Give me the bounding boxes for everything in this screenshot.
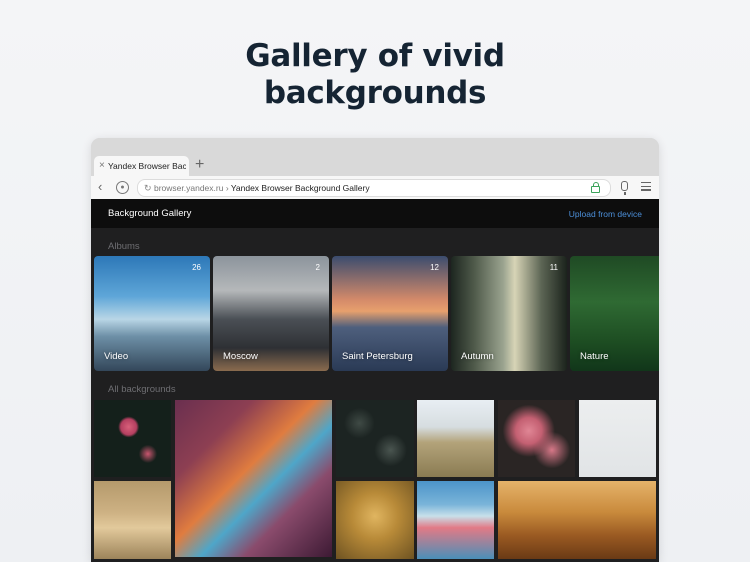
tab-close-icon[interactable]: × xyxy=(99,160,105,171)
address-text: browser.yandex.ru › Yandex Browser Backg… xyxy=(154,180,370,196)
back-icon[interactable]: ‹ xyxy=(98,180,102,194)
browser-toolbar: ‹ ● ↻ browser.yandex.ru › Yandex Browser… xyxy=(91,176,659,200)
background-thumbnail[interactable] xyxy=(498,400,575,477)
address-separator: › xyxy=(223,183,231,193)
browser-tab[interactable]: × Yandex Browser Background Gallery xyxy=(94,156,189,176)
albums-heading: Albums xyxy=(108,241,140,252)
album-label: Nature xyxy=(580,351,609,362)
album-count: 12 xyxy=(430,263,439,272)
background-thumbnail[interactable] xyxy=(498,481,656,559)
album-label: Moscow xyxy=(223,351,258,362)
album-nature[interactable]: Nature xyxy=(570,256,659,371)
background-thumbnail[interactable] xyxy=(175,400,332,557)
microphone-icon[interactable] xyxy=(621,181,628,195)
background-thumbnail[interactable] xyxy=(336,400,414,477)
album-label: Autumn xyxy=(461,351,494,362)
protect-icon[interactable]: ● xyxy=(116,181,129,194)
tab-title: Yandex Browser Background Gallery xyxy=(108,161,186,171)
headline: Gallery of vivid backgrounds xyxy=(0,38,750,112)
address-page-title: Yandex Browser Background Gallery xyxy=(230,183,370,193)
album-label: Video xyxy=(104,351,129,362)
background-thumbnail[interactable] xyxy=(94,400,171,477)
upload-from-device-link[interactable]: Upload from device xyxy=(569,209,642,219)
album-count: 2 xyxy=(315,263,320,272)
album-moscow[interactable]: 2 Moscow xyxy=(213,256,329,371)
album-saint-petersburg[interactable]: 12 Saint Petersburg xyxy=(332,256,448,371)
browser-window: × Yandex Browser Background Gallery + ‹ … xyxy=(91,138,659,562)
album-label: Saint Petersburg xyxy=(342,351,413,362)
background-thumbnail[interactable] xyxy=(336,481,414,559)
background-thumbnail[interactable] xyxy=(94,481,171,559)
background-thumbnail[interactable] xyxy=(417,481,494,559)
address-bar[interactable]: ↻ browser.yandex.ru › Yandex Browser Bac… xyxy=(137,179,611,197)
tab-strip: × Yandex Browser Background Gallery + xyxy=(91,138,659,176)
gallery-title: Background Gallery xyxy=(108,208,192,219)
lock-icon xyxy=(591,182,600,193)
album-count: 11 xyxy=(549,263,558,272)
headline-line-1: Gallery of vivid xyxy=(245,38,505,74)
gallery-page: Background Gallery Upload from device Al… xyxy=(91,199,659,562)
new-tab-button[interactable]: + xyxy=(195,156,204,174)
all-backgrounds-heading: All backgrounds xyxy=(108,384,176,395)
background-thumbnail[interactable] xyxy=(579,400,656,477)
reload-icon[interactable]: ↻ xyxy=(144,180,152,196)
background-thumbnail[interactable] xyxy=(417,400,494,477)
album-video[interactable]: 26 Video xyxy=(94,256,210,371)
address-domain: browser.yandex.ru xyxy=(154,183,224,193)
album-autumn[interactable]: 11 Autumn xyxy=(451,256,567,371)
album-count: 26 xyxy=(192,263,201,272)
gallery-header: Background Gallery Upload from device xyxy=(91,199,659,228)
headline-line-2: backgrounds xyxy=(263,75,487,111)
menu-icon[interactable] xyxy=(641,182,651,193)
